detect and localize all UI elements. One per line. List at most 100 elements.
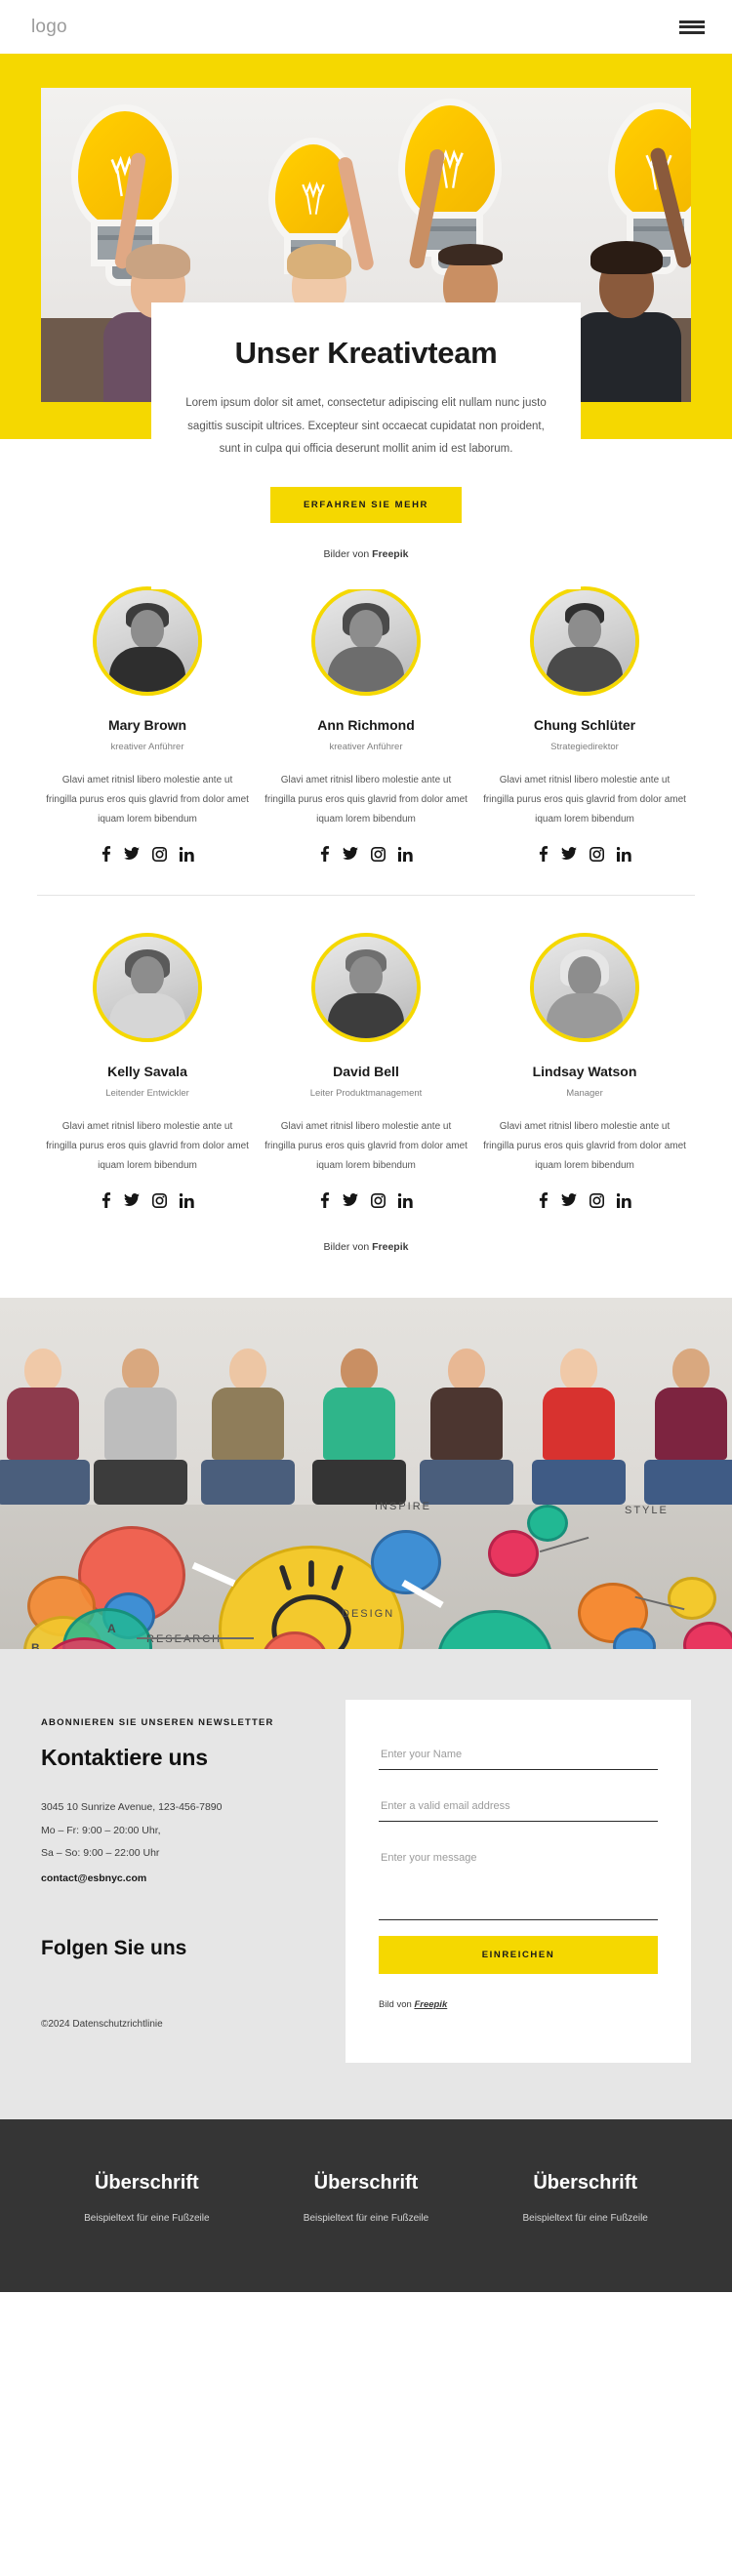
avatar	[530, 586, 639, 696]
facebook-icon[interactable]	[319, 1192, 330, 1208]
doodle-word-research: RESEARCH	[146, 1633, 223, 1645]
twitter-icon[interactable]	[124, 1193, 140, 1207]
twitter-icon[interactable]	[343, 847, 358, 861]
avatar-body	[109, 993, 185, 1038]
email-field[interactable]	[379, 1794, 658, 1822]
team-member-card: Ann Richmond kreativer Anführer Glavi am…	[257, 586, 475, 862]
credit-link-freepik[interactable]: Freepik	[414, 1999, 447, 2010]
person-figure	[644, 1348, 732, 1505]
member-name: Mary Brown	[107, 717, 187, 733]
member-role: Strategiedirektor	[550, 742, 619, 752]
twitter-icon[interactable]	[124, 847, 140, 861]
linkedin-icon[interactable]	[617, 1192, 631, 1208]
member-name: Chung Schlüter	[533, 717, 636, 733]
facebook-icon[interactable]	[538, 846, 549, 862]
member-name: David Bell	[333, 1064, 399, 1079]
avatar-body	[547, 993, 623, 1038]
doodle-circle-green	[527, 1505, 568, 1542]
instagram-icon[interactable]	[371, 846, 386, 862]
hamburger-bar	[679, 25, 705, 28]
member-role: kreativer Anführer	[329, 742, 403, 752]
contact-info: Abonnieren Sie unseren Newsletter Kontak…	[41, 1700, 320, 2030]
credit-prefix: Bilder von	[323, 547, 373, 560]
member-name: Ann Richmond	[317, 717, 415, 733]
linkedin-icon[interactable]	[180, 846, 194, 862]
avatar-head	[131, 610, 164, 649]
doodle-connector	[137, 1637, 254, 1639]
footer-column: Überschrift Beispieltext für eine Fußzei…	[257, 2172, 476, 2224]
linkedin-icon[interactable]	[617, 846, 631, 862]
facebook-icon[interactable]	[319, 846, 330, 862]
avatar-body	[328, 647, 404, 692]
site-footer: Überschrift Beispieltext für eine Fußzei…	[0, 2119, 732, 2292]
instagram-icon[interactable]	[590, 1192, 604, 1208]
avatar-head	[349, 956, 383, 995]
team-image-credit: Bilder von Freepik	[0, 1208, 732, 1288]
twitter-icon[interactable]	[343, 1193, 358, 1207]
avatar	[311, 933, 421, 1042]
facebook-icon[interactable]	[101, 1192, 111, 1208]
member-role: Manager	[566, 1088, 603, 1099]
facebook-icon[interactable]	[101, 846, 111, 862]
twitter-icon[interactable]	[561, 1193, 577, 1207]
member-social-links	[46, 846, 249, 862]
person-figure	[532, 1348, 626, 1505]
logo[interactable]: logo	[31, 17, 67, 38]
member-bio: Glavi amet ritnisl libero molestie ante …	[46, 775, 249, 825]
person-figure	[312, 1348, 406, 1505]
facebook-icon[interactable]	[538, 1192, 549, 1208]
contact-address: 3045 10 Sunrize Avenue, 123-456-7890	[41, 1801, 223, 1814]
member-social-links	[46, 1192, 249, 1208]
avatar-body	[328, 993, 404, 1038]
footer-column-text: Beispieltext für eine Fußzeile	[84, 2213, 210, 2224]
message-field[interactable]	[379, 1846, 658, 1920]
instagram-icon[interactable]	[152, 846, 167, 862]
avatar-head	[131, 956, 164, 995]
team-row-1: Mary Brown kreativer Anführer Glavi amet…	[0, 586, 732, 862]
linkedin-icon[interactable]	[180, 1192, 194, 1208]
doodle-circle-pink	[488, 1530, 539, 1577]
member-bio: Glavi amet ritnisl libero molestie ante …	[264, 775, 468, 825]
newsletter-eyebrow: Abonnieren Sie unseren Newsletter	[41, 1717, 274, 1728]
team-row-2: Kelly Savala Leitender Entwickler Glavi …	[0, 933, 732, 1208]
footer-column-title: Überschrift	[313, 2172, 419, 2194]
member-role: Leitender Entwickler	[105, 1088, 189, 1099]
instagram-icon[interactable]	[152, 1192, 167, 1208]
name-field[interactable]	[379, 1743, 658, 1770]
credit-link-freepik[interactable]: Freepik	[372, 548, 408, 560]
linkedin-icon[interactable]	[398, 1192, 413, 1208]
doodle-word-inspire: INSPIRE	[375, 1501, 432, 1512]
contact-email-link[interactable]: contact@esbnyc.com	[41, 1872, 146, 1884]
contact-hours-weekday: Mo – Fr: 9:00 – 20:00 Uhr,	[41, 1824, 161, 1836]
member-social-links	[264, 846, 468, 862]
avatar-photo	[97, 590, 198, 692]
hamburger-bar	[679, 20, 705, 23]
avatar-head	[349, 610, 383, 649]
learn-more-button[interactable]: Erfahren Sie mehr	[269, 486, 463, 523]
doodle-word-style: STYLE	[625, 1505, 669, 1516]
person-figure	[94, 1348, 187, 1505]
contact-form-card: Einreichen Bild von Freepik	[346, 1700, 691, 2063]
submit-button[interactable]: Einreichen	[379, 1936, 658, 1974]
hamburger-menu-icon[interactable]	[679, 18, 705, 37]
copyright-text: ©2024 Datenschutzrichtlinie	[41, 2019, 163, 2031]
twitter-icon[interactable]	[561, 847, 577, 861]
footer-column: Überschrift Beispieltext für eine Fußzei…	[475, 2172, 695, 2224]
credit-link-freepik[interactable]: Freepik	[372, 1241, 408, 1253]
linkedin-icon[interactable]	[398, 846, 413, 862]
doodle-letter-a: A	[107, 1622, 116, 1635]
person-figure	[201, 1348, 295, 1505]
doodle-circle-yellow	[668, 1577, 716, 1620]
member-role: Leiter Produktmanagement	[309, 1088, 423, 1099]
member-bio: Glavi amet ritnisl libero molestie ante …	[483, 775, 686, 825]
member-name: Lindsay Watson	[532, 1064, 637, 1079]
member-role: kreativer Anführer	[110, 742, 184, 752]
instagram-icon[interactable]	[371, 1192, 386, 1208]
avatar-photo	[315, 590, 417, 692]
footer-column-text: Beispieltext für eine Fußzeile	[303, 2213, 429, 2224]
hero-section: Unser Kreativteam Lorem ipsum dolor sit …	[0, 54, 732, 589]
filament-icon	[302, 181, 325, 216]
hero-paragraph: Lorem ipsum dolor sit amet, consectetur …	[185, 397, 547, 456]
instagram-icon[interactable]	[590, 846, 604, 862]
member-social-links	[483, 846, 686, 862]
